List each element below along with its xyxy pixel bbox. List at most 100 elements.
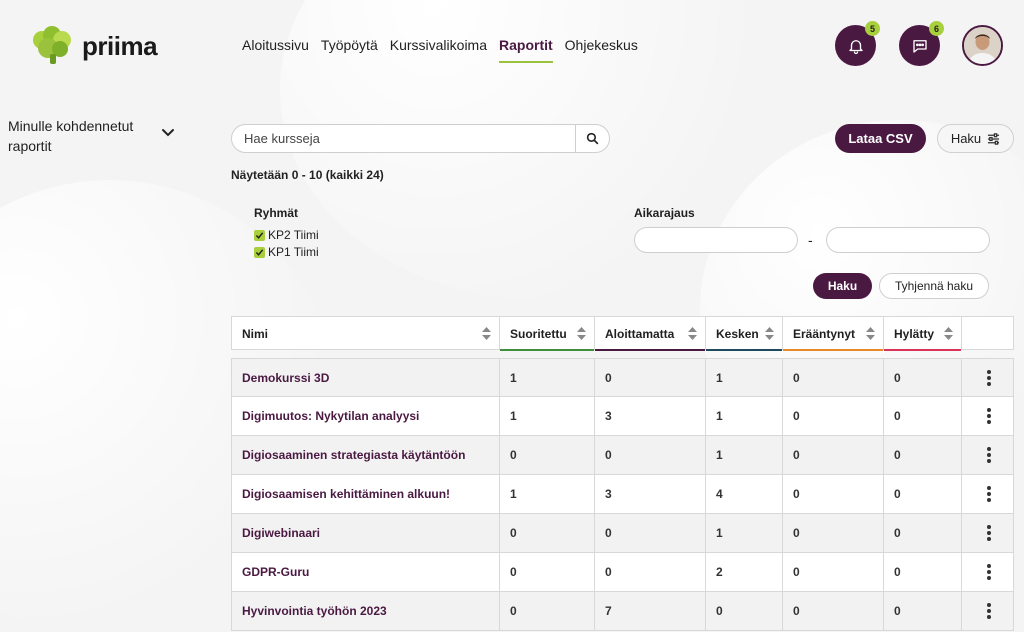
- sort-icon[interactable]: [944, 327, 953, 340]
- sort-icon[interactable]: [577, 327, 586, 340]
- cell-hylatty: 0: [884, 436, 962, 474]
- column-color-bar: [595, 349, 705, 351]
- cell-kesken: 1: [706, 359, 783, 397]
- messages-button[interactable]: 6: [899, 21, 944, 66]
- checkbox-checked-icon[interactable]: [254, 246, 265, 258]
- row-actions-button[interactable]: [962, 592, 1015, 630]
- more-vertical-icon: [986, 486, 991, 502]
- nav-item-aloitussivu[interactable]: Aloitussivu: [242, 37, 309, 63]
- course-name-link[interactable]: Digiosaamisen kehittäminen alkuun!: [232, 475, 500, 513]
- row-actions-button[interactable]: [962, 397, 1015, 435]
- date-to-input[interactable]: [826, 227, 990, 253]
- sidebar-reports-dropdown[interactable]: Minulle kohdennetut raportit: [8, 116, 148, 156]
- main-nav: Aloitussivu Työpöytä Kurssivalikoima Rap…: [242, 37, 650, 63]
- group-checkbox-kp2[interactable]: KP2 Tiimi: [254, 228, 319, 242]
- more-vertical-icon: [986, 525, 991, 541]
- row-actions-button[interactable]: [962, 359, 1015, 397]
- nav-item-raportit[interactable]: Raportit: [499, 37, 553, 63]
- nav-item-ohjekeskus[interactable]: Ohjekeskus: [565, 37, 638, 63]
- row-actions-button[interactable]: [962, 553, 1015, 591]
- checkbox-checked-icon[interactable]: [254, 229, 265, 241]
- column-header-nimi[interactable]: Nimi: [232, 317, 500, 350]
- nav-item-kurssivalikoima[interactable]: Kurssivalikoima: [390, 37, 487, 63]
- column-header-aloittamatta[interactable]: Aloittamatta: [595, 317, 706, 351]
- course-name-link[interactable]: Digiwebinaari: [232, 514, 500, 552]
- group-label: KP1 Tiimi: [268, 245, 319, 259]
- cell-kesken: 1: [706, 397, 783, 435]
- download-csv-button[interactable]: Lataa CSV: [835, 124, 926, 153]
- column-color-bar: [783, 349, 883, 351]
- user-avatar-icon: [964, 27, 1001, 64]
- table-header: Nimi Suoritettu Aloittamatta Kesken Erää…: [231, 316, 1015, 351]
- more-vertical-icon: [986, 447, 991, 463]
- cell-suoritettu: 0: [500, 553, 595, 591]
- column-header-kesken[interactable]: Kesken: [706, 317, 783, 351]
- cell-hylatty: 0: [884, 553, 962, 591]
- results-count: Näytetään 0 - 10 (kaikki 24): [231, 168, 384, 182]
- sort-icon[interactable]: [688, 327, 697, 340]
- date-separator: -: [808, 232, 813, 248]
- row-actions-button[interactable]: [962, 436, 1015, 474]
- table-row: Digiosaamisen kehittäminen alkuun! 1 3 4 0 0: [231, 475, 1014, 514]
- search-button[interactable]: [575, 125, 609, 152]
- table-row: GDPR-Guru 0 0 2 0 0: [231, 553, 1014, 592]
- column-header-suoritettu[interactable]: Suoritettu: [500, 317, 595, 351]
- nav-item-tyopoyta[interactable]: Työpöytä: [321, 37, 378, 63]
- apply-search-button[interactable]: Haku: [813, 273, 872, 299]
- group-checkbox-kp1[interactable]: KP1 Tiimi: [254, 245, 319, 259]
- clear-search-button[interactable]: Tyhjennä haku: [879, 273, 989, 299]
- cell-eraantynyt: 0: [783, 553, 884, 591]
- column-label: Erääntynyt: [793, 326, 856, 341]
- more-vertical-icon: [986, 564, 991, 580]
- sort-icon[interactable]: [866, 327, 875, 340]
- column-label: Nimi: [242, 326, 269, 341]
- column-label: Kesken: [716, 326, 759, 341]
- cell-suoritettu: 1: [500, 397, 595, 435]
- chevron-down-icon[interactable]: [161, 128, 175, 138]
- cell-aloittamatta: 0: [595, 514, 706, 552]
- row-actions-button[interactable]: [962, 475, 1015, 513]
- sort-icon[interactable]: [482, 327, 491, 340]
- column-header-eraantynyt[interactable]: Erääntynyt: [783, 317, 884, 351]
- cell-kesken: 1: [706, 436, 783, 474]
- cell-aloittamatta: 7: [595, 592, 706, 630]
- table-row: Digiosaaminen strategiasta käytäntöön 0 0 1…: [231, 436, 1014, 475]
- top-header: priima Aloitussivu Työpöytä Kurssivaliko…: [0, 0, 1024, 92]
- cell-eraantynyt: 0: [783, 592, 884, 630]
- course-name-link[interactable]: Demokurssi 3D: [232, 359, 500, 397]
- chat-icon: [912, 39, 927, 53]
- column-label: Hylätty: [894, 326, 935, 341]
- course-name-link[interactable]: GDPR-Guru: [232, 553, 500, 591]
- cell-suoritettu: 1: [500, 359, 595, 397]
- course-name-link[interactable]: Digiosaaminen strategiasta käytäntöön: [232, 436, 500, 474]
- avatar[interactable]: [962, 25, 1003, 66]
- date-from-input[interactable]: [634, 227, 798, 253]
- column-header-actions: [962, 317, 1015, 350]
- more-vertical-icon: [986, 408, 991, 424]
- cell-kesken: 1: [706, 514, 783, 552]
- cell-eraantynyt: 0: [783, 514, 884, 552]
- column-label: Suoritettu: [510, 326, 567, 341]
- course-name-link[interactable]: Digimuutos: Nykytilan analyysi: [232, 397, 500, 435]
- cell-kesken: 0: [706, 592, 783, 630]
- column-header-hylatty[interactable]: Hylätty: [884, 317, 962, 351]
- cell-aloittamatta: 3: [595, 475, 706, 513]
- cell-suoritettu: 1: [500, 475, 595, 513]
- cell-eraantynyt: 0: [783, 397, 884, 435]
- search-icon: [586, 132, 599, 145]
- search-bar: [231, 124, 610, 153]
- notifications-button[interactable]: 5: [835, 21, 880, 66]
- cell-eraantynyt: 0: [783, 359, 884, 397]
- filter-toggle-button[interactable]: Haku: [937, 124, 1014, 153]
- table-row: Digimuutos: Nykytilan analyysi 1 3 1 0 0: [231, 397, 1014, 436]
- logo[interactable]: priima: [28, 24, 158, 68]
- cell-hylatty: 0: [884, 359, 962, 397]
- cell-hylatty: 0: [884, 475, 962, 513]
- groups-label: Ryhmät: [254, 206, 299, 220]
- logo-text: priima: [82, 30, 158, 61]
- course-name-link[interactable]: Hyvinvointia työhön 2023: [232, 592, 500, 630]
- brain-logo-icon: [33, 26, 71, 64]
- row-actions-button[interactable]: [962, 514, 1015, 552]
- search-input[interactable]: [232, 125, 575, 152]
- sort-icon[interactable]: [765, 327, 774, 340]
